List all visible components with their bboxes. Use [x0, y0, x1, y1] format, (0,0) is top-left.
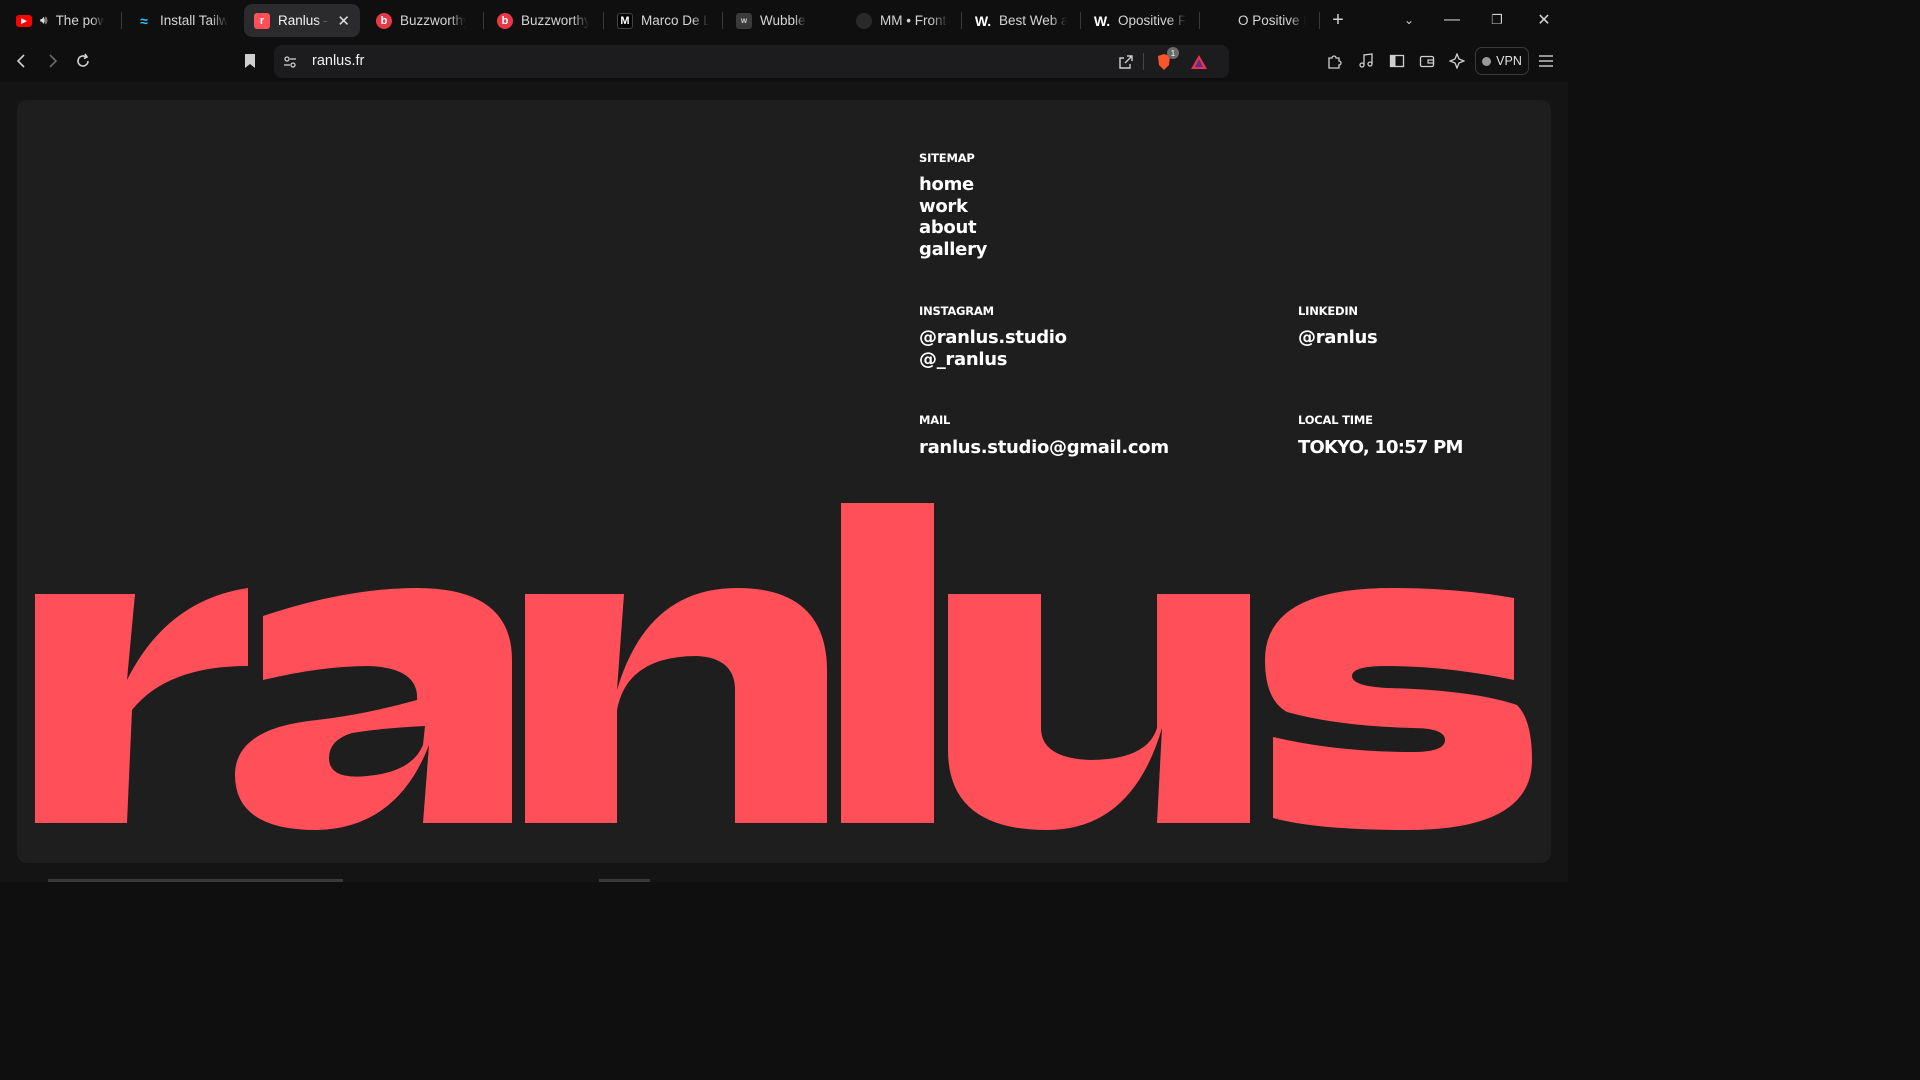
site-settings-icon[interactable] — [278, 50, 302, 74]
tab-buzzworthy-1[interactable]: b Buzzworthy S — [366, 4, 476, 37]
tab-title: Buzzworthy S — [521, 13, 589, 28]
divider — [1143, 53, 1144, 70]
tab-title: Wubble — [760, 13, 806, 28]
vpn-label: VPN — [1496, 54, 1522, 68]
wordmark-letter-l — [841, 503, 934, 823]
blank-icon — [1214, 13, 1230, 29]
tab-title: Ranlus – — [278, 13, 330, 28]
minimize-icon[interactable]: — — [1440, 8, 1464, 32]
tab-tailwind[interactable]: ≈ Install Tailwind — [126, 4, 238, 37]
tab-separator — [1080, 12, 1081, 29]
tab-opositive[interactable]: W. Opositive Fil — [1084, 4, 1196, 37]
tab-title: Marco De Lu — [641, 13, 709, 28]
vpn-status-icon — [1482, 56, 1492, 66]
tailwind-icon: ≈ — [140, 12, 148, 29]
youtube-icon: ▶ — [16, 14, 32, 27]
wubble-icon: w — [736, 12, 752, 29]
media-icon[interactable] — [1354, 49, 1378, 73]
browser-toolbar: ranlus.fr 1 — [0, 41, 1568, 82]
tab-separator — [961, 12, 962, 29]
tab-separator — [1319, 12, 1320, 29]
marco-icon: M — [617, 12, 633, 29]
reload-icon[interactable] — [71, 49, 95, 73]
tab-marco[interactable]: M Marco De Lu — [607, 4, 719, 37]
buzzworthy-icon: b — [376, 12, 392, 29]
tab-separator — [1199, 12, 1200, 29]
tab-wubble[interactable]: w Wubble — [726, 4, 838, 37]
tab-title: The power — [55, 13, 104, 28]
wallet-icon[interactable] — [1415, 49, 1439, 73]
brave-rewards-icon[interactable] — [1187, 50, 1211, 74]
wordmark-letter-r — [35, 588, 248, 823]
extensions-icon[interactable] — [1323, 49, 1347, 73]
sidebar-icon[interactable] — [1385, 49, 1409, 73]
forward-icon[interactable] — [40, 49, 64, 73]
chevron-down-icon[interactable]: ⌄ — [1397, 8, 1421, 32]
tab-separator — [603, 12, 604, 29]
tab-strip: ▶ 🔊︎ The power ≈ Install Tailwind r Ranl… — [0, 0, 1568, 41]
tab-mm-frontend[interactable]: MM • Fronte — [846, 4, 958, 37]
tab-title: Install Tailwind — [160, 13, 228, 28]
tab-title: Best Web an — [999, 13, 1067, 28]
w-icon: W. — [974, 12, 992, 29]
close-tab-icon[interactable]: ✕ — [337, 12, 350, 30]
tab-title: Opositive Fil — [1118, 13, 1186, 28]
horizontal-scroll-marker — [599, 879, 650, 882]
wordmark-letter-n — [525, 588, 828, 823]
leo-ai-icon[interactable] — [1445, 49, 1469, 73]
back-icon[interactable] — [10, 49, 34, 73]
tab-best-web[interactable]: W. Best Web an — [965, 4, 1077, 37]
mm-icon — [856, 12, 872, 29]
buzzworthy-icon: b — [497, 12, 513, 29]
tab-separator — [483, 12, 484, 29]
close-window-icon[interactable]: ✕ — [1532, 8, 1556, 32]
horizontal-scroll-thumb[interactable] — [48, 879, 343, 882]
wordmark-letter-a — [235, 588, 512, 830]
ranlus-wordmark — [35, 503, 1532, 830]
bookmark-icon[interactable] — [238, 49, 262, 73]
ranlus-icon: r — [254, 12, 270, 29]
speaker-icon[interactable]: 🔊︎ — [40, 13, 48, 28]
footer-card: SITEMAP home work about gallery INSTAGRA… — [17, 100, 1551, 863]
tab-youtube[interactable]: ▶ 🔊︎ The power — [6, 4, 114, 37]
vpn-button[interactable]: VPN — [1475, 47, 1529, 75]
tab-ranlus[interactable]: r Ranlus – ✕ — [244, 4, 360, 37]
address-bar[interactable]: ranlus.fr 1 — [274, 45, 1229, 78]
tab-o-positive[interactable]: O Positive Fil — [1204, 4, 1316, 37]
shield-badge: 1 — [1167, 47, 1179, 59]
menu-icon[interactable] — [1534, 49, 1558, 73]
new-tab-icon[interactable]: + — [1326, 8, 1350, 32]
url-text[interactable]: ranlus.fr — [312, 53, 364, 69]
tab-title: O Positive Fil — [1238, 13, 1306, 28]
wordmark-letter-u — [948, 594, 1250, 830]
tab-title: MM • Fronte — [880, 13, 948, 28]
share-icon[interactable] — [1114, 50, 1138, 74]
page-viewport: SITEMAP home work about gallery INSTAGRA… — [0, 82, 1568, 882]
tab-title: Buzzworthy S — [400, 13, 466, 28]
wordmark-letter-s — [1265, 588, 1532, 830]
tab-buzzworthy-2[interactable]: b Buzzworthy S — [487, 4, 599, 37]
restore-icon[interactable]: ❐ — [1485, 8, 1509, 32]
tab-separator — [722, 12, 723, 29]
w-icon: W. — [1093, 12, 1111, 29]
tab-separator — [121, 12, 122, 29]
